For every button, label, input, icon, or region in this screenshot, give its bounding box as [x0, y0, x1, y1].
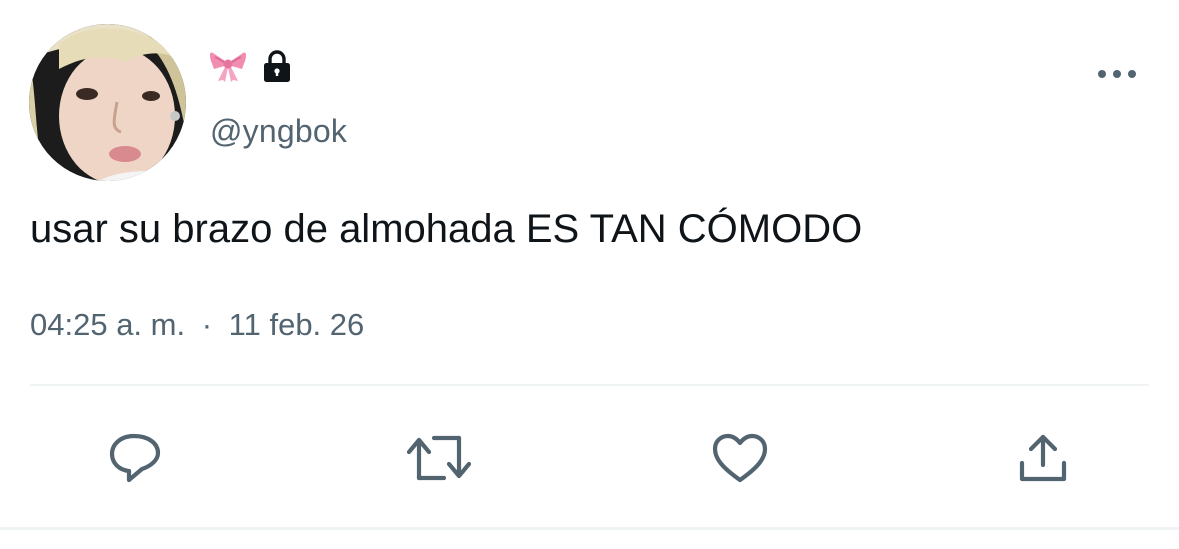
- action-bar: [0, 425, 1179, 491]
- avatar[interactable]: [29, 24, 186, 181]
- lock-icon: [260, 49, 294, 83]
- reply-button[interactable]: [102, 425, 168, 491]
- user-handle[interactable]: @yngbok: [210, 113, 347, 150]
- tweet-card: @yngbok usar su brazo de almohada ES TAN…: [0, 0, 1179, 549]
- ribbon-emoji-icon: [210, 49, 246, 83]
- share-icon: [1019, 434, 1067, 482]
- display-name[interactable]: [210, 48, 294, 84]
- share-button[interactable]: [1010, 425, 1076, 491]
- bottom-divider: [0, 527, 1179, 530]
- like-icon: [712, 433, 768, 483]
- divider: [30, 384, 1149, 386]
- avatar-image: [29, 24, 186, 181]
- like-button[interactable]: [707, 425, 773, 491]
- tweet-timestamp[interactable]: 04:25 a. m. · 11 feb. 26: [30, 307, 364, 343]
- tweet-date: 11 feb. 26: [228, 307, 365, 342]
- retweet-icon: [406, 435, 472, 481]
- meta-separator: ·: [201, 307, 213, 342]
- more-options-button[interactable]: [1096, 62, 1138, 86]
- reply-icon: [109, 433, 161, 483]
- retweet-button[interactable]: [406, 425, 472, 491]
- tweet-time: 04:25 a. m.: [30, 307, 186, 342]
- tweet-text: usar su brazo de almohada ES TAN CÓMODO: [30, 207, 863, 251]
- more-icon: [1098, 70, 1136, 78]
